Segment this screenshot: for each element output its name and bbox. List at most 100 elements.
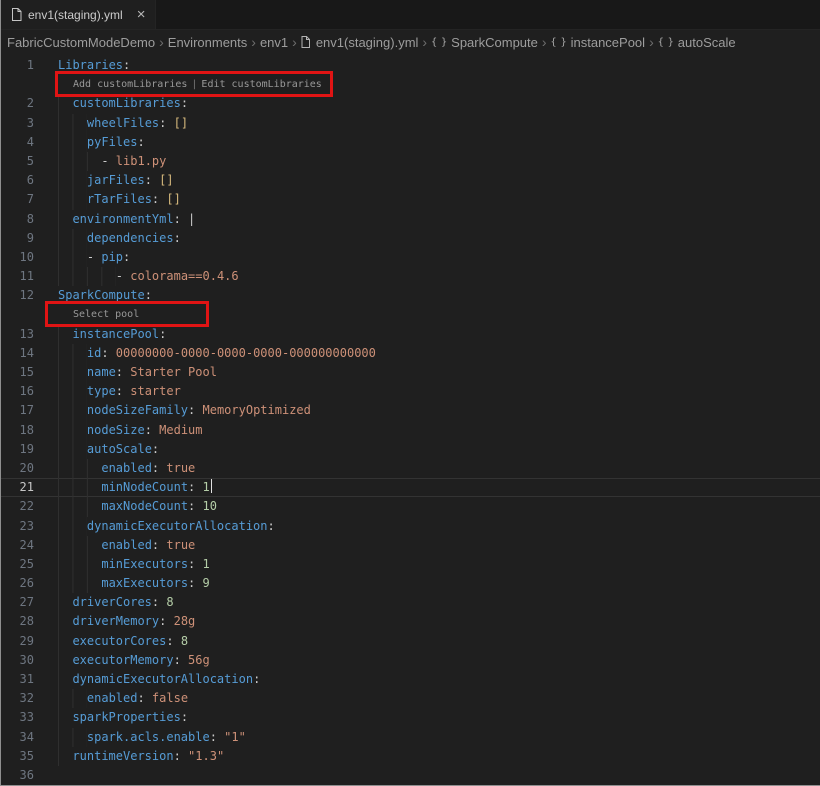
line-number: 18 xyxy=(19,422,34,437)
codelens-content: Add customLibraries | Edit customLibraries xyxy=(46,75,820,94)
line-number: 26 xyxy=(19,576,34,591)
code-line[interactable]: spark.acls.enable: "1" xyxy=(46,727,820,747)
code-text: type: starter xyxy=(86,384,181,399)
line-number: 19 xyxy=(19,441,34,456)
code-line-row: 17 nodeSizeFamily: MemoryOptimized xyxy=(1,401,820,421)
indent-guides xyxy=(58,746,73,766)
code-line[interactable]: sparkProperties: xyxy=(46,708,820,728)
indent-guides xyxy=(58,228,87,248)
indent-guides xyxy=(58,497,102,517)
code-text: customLibraries: xyxy=(72,96,189,111)
indent-guides xyxy=(58,267,116,287)
code-line[interactable]: nodeSize: Medium xyxy=(46,420,820,440)
code-line-row: 5 - lib1.py xyxy=(1,151,820,172)
code-line[interactable]: dynamicExecutorAllocation: xyxy=(46,670,820,690)
code-line[interactable]: dependencies: xyxy=(46,228,820,248)
indent-guides xyxy=(58,708,73,728)
codelens-command[interactable]: Edit customLibraries xyxy=(201,75,321,94)
code-line[interactable]: minNodeCount: 1 xyxy=(46,478,820,498)
code-text: executorMemory: 56g xyxy=(72,652,210,667)
breadcrumb-item[interactable]: env1(staging).yml xyxy=(301,35,418,50)
code-text: enabled: true xyxy=(101,460,196,475)
line-number: 29 xyxy=(19,633,34,648)
codelens-command[interactable]: Add customLibraries xyxy=(73,75,187,94)
indent-guides xyxy=(58,439,87,459)
symbol-object-icon: { } xyxy=(657,36,674,48)
line-number: 10 xyxy=(19,249,34,264)
breadcrumb-item[interactable]: { } instancePool xyxy=(551,35,646,50)
code-line[interactable]: driverCores: 8 xyxy=(46,593,820,613)
code-line[interactable]: enabled: true xyxy=(46,535,820,555)
code-line[interactable]: customLibraries: xyxy=(46,94,820,114)
tab-env1-staging-yml[interactable]: env1(staging).yml × xyxy=(1,0,157,29)
breadcrumb-item[interactable]: { } SparkCompute xyxy=(431,35,538,50)
code-line[interactable]: executorCores: 8 xyxy=(46,631,820,651)
indent-guides xyxy=(58,324,73,344)
code-text: pyFiles: xyxy=(86,134,145,149)
indent-guides xyxy=(58,190,87,210)
code-text: spark.acls.enable: "1" xyxy=(86,729,246,744)
codelens-separator: | xyxy=(191,79,198,91)
close-icon[interactable]: × xyxy=(137,7,146,22)
code-line-row: 1 Libraries: xyxy=(1,56,820,75)
code-line-row: 26 maxExecutors: 9 xyxy=(1,574,820,594)
breadcrumb-item-label: SparkCompute xyxy=(451,34,538,50)
code-line[interactable]: environmentYml: | xyxy=(46,209,820,229)
code-line[interactable]: rTarFiles: [] xyxy=(46,190,820,210)
line-number: 6 xyxy=(26,173,34,188)
line-number: 21 xyxy=(19,480,34,495)
code-line-row: 22 maxNodeCount: 10 xyxy=(1,497,820,517)
code-line[interactable]: pyFiles: xyxy=(46,132,820,152)
code-line[interactable]: SparkCompute: xyxy=(46,286,820,305)
code-text: instancePool: xyxy=(72,326,167,341)
code-line[interactable]: autoScale: xyxy=(46,439,820,459)
symbol-object-icon: { } xyxy=(431,36,447,48)
code-line[interactable]: instancePool: xyxy=(46,324,820,344)
code-line-row: 10 - pip: xyxy=(1,247,820,268)
codelens-command[interactable]: Select pool xyxy=(73,305,139,324)
line-number: 30 xyxy=(19,652,34,667)
code-text: - colorama==0.4.6 xyxy=(115,269,239,284)
code-line-row: 2 customLibraries: xyxy=(1,94,820,114)
code-line[interactable]: minExecutors: 1 xyxy=(46,554,820,575)
code-line[interactable]: - colorama==0.4.6 xyxy=(46,267,820,287)
code-area[interactable]: 1 Libraries: Add customLibraries | Edit cust… xyxy=(1,54,820,785)
code-line[interactable]: id: 00000000-0000-0000-0000-000000000000 xyxy=(46,343,820,363)
breadcrumb-item-label: autoScale xyxy=(677,34,736,50)
breadcrumb-item[interactable]: FabricCustomModeDemo xyxy=(7,35,155,50)
code-text: Libraries: xyxy=(58,58,131,72)
code-text: nodeSizeFamily: MemoryOptimized xyxy=(86,403,311,418)
breadcrumb-item[interactable]: env1 xyxy=(260,35,288,50)
code-line[interactable]: wheelFiles: [] xyxy=(46,113,820,133)
code-line-row: 36 xyxy=(1,766,820,785)
line-number: 25 xyxy=(19,556,34,571)
code-line[interactable]: executorMemory: 56g xyxy=(46,650,820,670)
code-line[interactable]: type: starter xyxy=(46,382,820,402)
code-line[interactable]: runtimeVersion: "1.3" xyxy=(46,746,820,766)
code-line[interactable]: dynamicExecutorAllocation: xyxy=(46,516,820,536)
indent-guides xyxy=(58,650,73,670)
code-line[interactable]: name: Starter Pool xyxy=(46,363,820,383)
code-text: executorCores: 8 xyxy=(72,633,189,648)
code-line[interactable]: - pip: xyxy=(46,247,820,268)
line-number: 17 xyxy=(19,403,34,418)
chevron-right-icon: › xyxy=(251,34,256,50)
code-line[interactable]: maxNodeCount: 10 xyxy=(46,497,820,517)
breadcrumb-item[interactable]: { } autoScale xyxy=(658,35,736,50)
code-line[interactable] xyxy=(46,766,820,785)
code-line[interactable]: enabled: false xyxy=(46,689,820,709)
code-line[interactable]: Libraries: xyxy=(46,56,820,75)
code-text: SparkCompute: xyxy=(58,288,152,303)
code-line[interactable]: enabled: true xyxy=(46,458,820,479)
code-line[interactable]: nodeSizeFamily: MemoryOptimized xyxy=(46,401,820,421)
code-line[interactable]: - lib1.py xyxy=(46,151,820,172)
code-line[interactable]: driverMemory: 28g xyxy=(46,612,820,632)
code-text: minNodeCount: 1 xyxy=(101,478,213,497)
code-text: dependencies: xyxy=(86,230,181,245)
breadcrumb-item[interactable]: Environments xyxy=(168,35,247,50)
code-line[interactable]: maxExecutors: 9 xyxy=(46,574,820,594)
line-number: 34 xyxy=(19,729,34,744)
code-line-row: 4 pyFiles: xyxy=(1,132,820,152)
chevron-right-icon: › xyxy=(292,34,297,50)
code-line[interactable]: jarFiles: [] xyxy=(46,171,820,191)
